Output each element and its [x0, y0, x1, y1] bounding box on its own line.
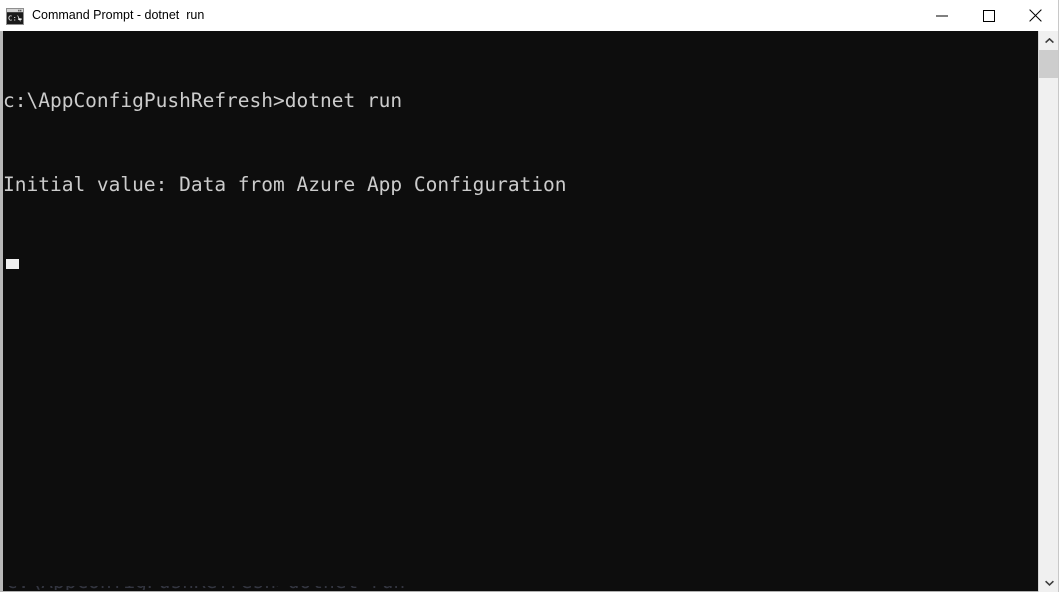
command-prompt-window: C:\ Command Prompt - dotnet run c:\AppCo… — [0, 0, 1059, 592]
scrollbar-up-button[interactable] — [1039, 31, 1059, 50]
console-cursor-line — [3, 255, 1037, 283]
console-bottom-clipped-row: c:\AppConfigPushRefresh>dotnet run — [6, 586, 646, 590]
scrollbar-thumb[interactable] — [1039, 50, 1059, 78]
title-bar[interactable]: C:\ Command Prompt - dotnet run — [0, 0, 1059, 31]
chevron-up-icon — [1044, 37, 1054, 44]
maximize-icon — [982, 9, 995, 22]
minimize-button[interactable] — [918, 0, 965, 31]
console-line-prompt: c:\AppConfigPushRefresh>dotnet run — [3, 89, 403, 112]
console-line-output: Initial value: Data from Azure App Confi… — [3, 173, 567, 196]
console-client-area[interactable]: c:\AppConfigPushRefresh>dotnet run Initi… — [0, 31, 1059, 592]
command-prompt-icon: C:\ — [6, 7, 24, 25]
vertical-scrollbar[interactable] — [1038, 31, 1059, 592]
scrollbar-track[interactable] — [1039, 78, 1059, 573]
minimize-icon — [935, 10, 948, 22]
console-bottom-clipped-text: c:\AppConfigPushRefresh>dotnet run — [6, 586, 646, 590]
window-title: Command Prompt - dotnet run — [32, 8, 205, 22]
svg-text:C:\: C:\ — [8, 13, 21, 22]
caption-button-group — [918, 0, 1059, 31]
scrollbar-down-button[interactable] — [1039, 573, 1059, 592]
block-cursor-icon — [6, 259, 19, 269]
maximize-button[interactable] — [965, 0, 1012, 31]
close-icon — [1029, 9, 1042, 22]
title-bar-left: C:\ Command Prompt - dotnet run — [0, 0, 204, 31]
title-bar-spacer — [204, 0, 918, 31]
close-button[interactable] — [1012, 0, 1059, 31]
chevron-down-icon — [1044, 580, 1054, 586]
console-output[interactable]: c:\AppConfigPushRefresh>dotnet run Initi… — [3, 31, 1037, 591]
